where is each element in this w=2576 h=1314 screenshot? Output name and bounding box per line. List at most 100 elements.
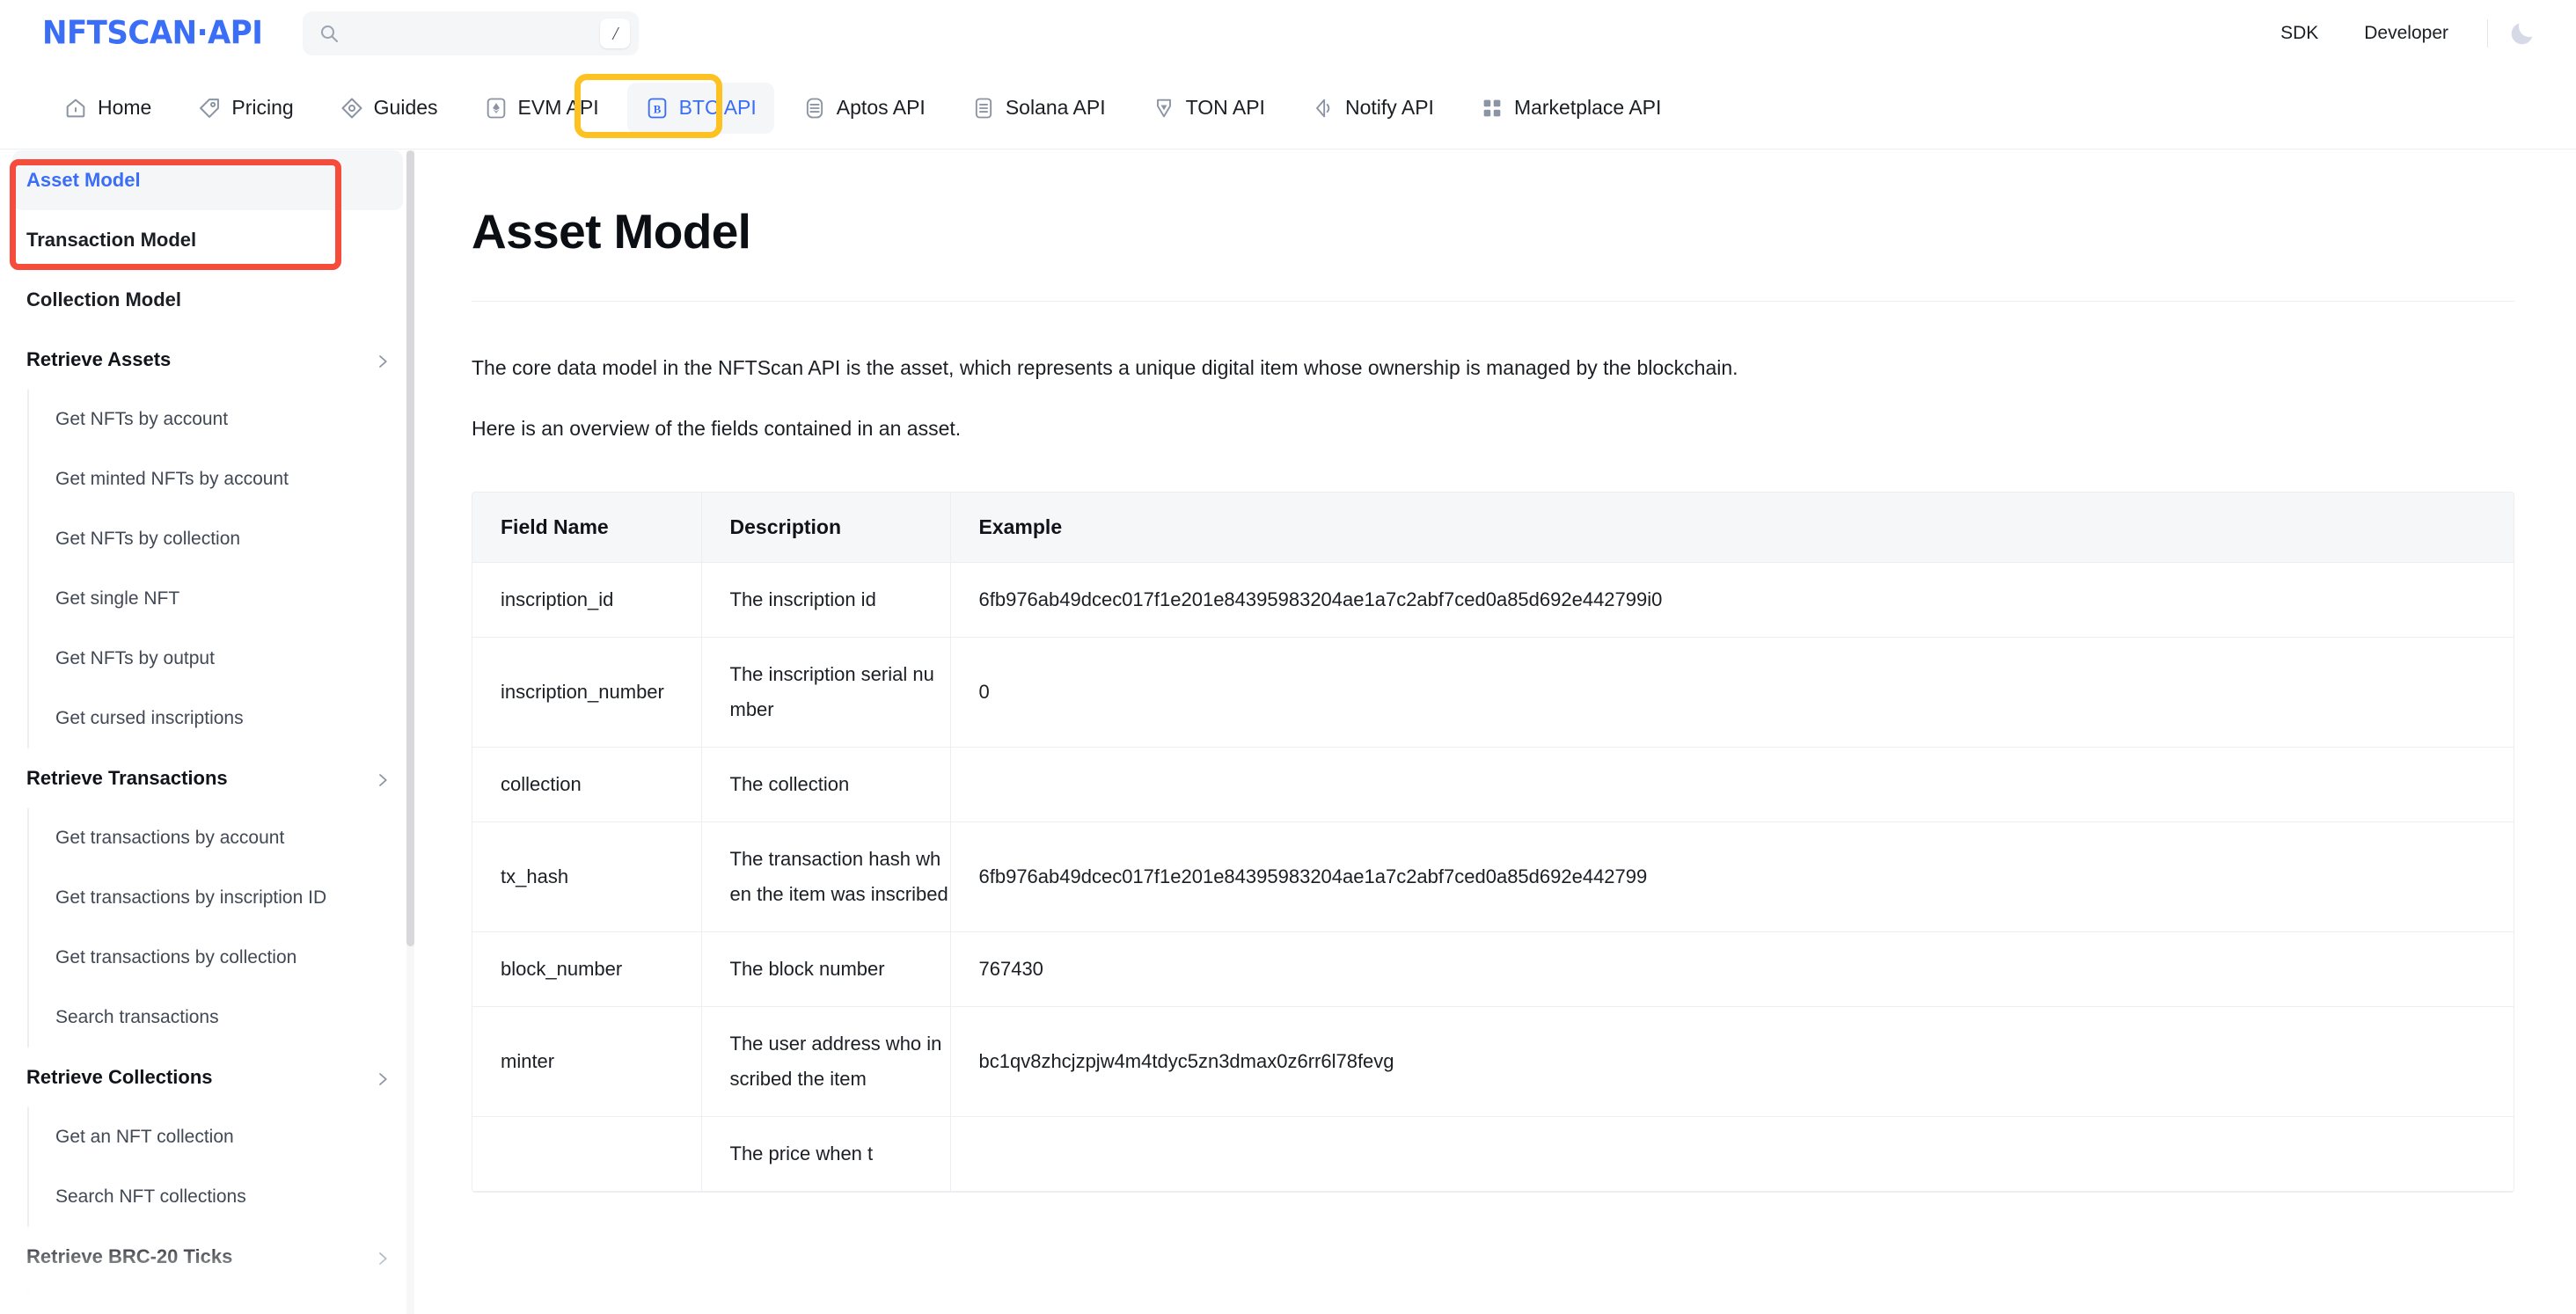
- ton-icon: [1152, 96, 1176, 120]
- sidebar-item-search-nft-collections[interactable]: Search NFT collections: [29, 1167, 421, 1227]
- header-actions: SDK Developer: [2258, 18, 2537, 48]
- sidebar-group-retrieve-collections[interactable]: Retrieve Collections: [0, 1048, 421, 1107]
- sidebar-item-get-an-nft-collection[interactable]: Get an NFT collection: [29, 1107, 421, 1167]
- sidebar-child-label: Get NFTs by account: [55, 409, 229, 429]
- cell-example: 0: [950, 637, 2514, 748]
- column-header-description: Description: [701, 493, 951, 563]
- main-bottom-fade: [421, 1259, 2576, 1314]
- cell-description: The user address who inscribed the item: [701, 1006, 951, 1117]
- tab-pricing-label: Pricing: [231, 96, 294, 119]
- tab-guides[interactable]: Guides: [322, 83, 456, 134]
- cell-description: The collection: [701, 747, 951, 822]
- tab-pricing[interactable]: Pricing: [179, 83, 311, 134]
- title-divider: [472, 301, 2514, 302]
- sdk-link[interactable]: SDK: [2258, 23, 2341, 44]
- tab-marketplace-api[interactable]: Marketplace API: [1462, 83, 1679, 134]
- tab-notify-api[interactable]: Notify API: [1293, 83, 1452, 134]
- sidebar-group-label: Retrieve Collections: [26, 1066, 213, 1088]
- asset-fields-table: Field Name Description Example inscripti…: [472, 492, 2514, 1193]
- sidebar-child-label: Get NFTs by output: [55, 648, 215, 668]
- sidebar-child-label: Get transactions by inscription ID: [55, 887, 327, 908]
- cell-field-name: [472, 1116, 702, 1192]
- cell-field-name: inscription_id: [472, 562, 702, 638]
- sidebar-item-label: Collection Model: [26, 288, 181, 310]
- column-header-example: Example: [950, 493, 2514, 563]
- sidebar-item-get-cursed-inscriptions[interactable]: Get cursed inscriptions: [29, 689, 421, 748]
- table-row: collection The collection: [472, 747, 2514, 822]
- solana-icon: [971, 96, 996, 120]
- sidebar-child-label: Get transactions by collection: [55, 947, 297, 967]
- cell-example: 767430: [950, 931, 2514, 1007]
- tab-notify-api-label: Notify API: [1344, 96, 1434, 119]
- marketplace-icon: [1480, 96, 1504, 120]
- search-input[interactable]: /: [303, 11, 640, 55]
- tab-aptos-api-label: Aptos API: [836, 96, 926, 119]
- aptos-icon: [802, 96, 827, 120]
- sidebar-item-asset-model[interactable]: Asset Model: [12, 150, 403, 210]
- top-header: NFTSCAN·API / SDK Developer: [0, 0, 2576, 67]
- tab-ton-api[interactable]: TON API: [1134, 83, 1283, 134]
- intro-paragraph-1: The core data model in the NFTScan API i…: [472, 356, 1738, 379]
- cell-field-name: inscription_number: [472, 637, 702, 748]
- tab-guides-label: Guides: [373, 96, 438, 119]
- developer-link[interactable]: Developer: [2341, 23, 2471, 44]
- sidebar-child-label: Get cursed inscriptions: [55, 708, 244, 728]
- sidebar-children-retrieve-assets: Get NFTs by account Get minted NFTs by a…: [27, 390, 421, 748]
- docs-sidebar: Asset Model Transaction Model Collection…: [0, 150, 421, 1314]
- sidebar-item-search-transactions[interactable]: Search transactions: [29, 988, 421, 1048]
- sidebar-item-get-transactions-by-inscription-id[interactable]: Get transactions by inscription ID: [29, 868, 421, 928]
- sidebar-group-retrieve-transactions[interactable]: Retrieve Transactions: [0, 748, 421, 808]
- sidebar-group-retrieve-assets[interactable]: Retrieve Assets: [0, 330, 421, 390]
- sidebar-item-label: Asset Model: [26, 169, 141, 191]
- cell-description: The inscription serial number: [701, 637, 951, 748]
- tab-solana-api-label: Solana API: [1005, 96, 1106, 119]
- sidebar-scrollbar-thumb[interactable]: [406, 150, 414, 946]
- tab-evm-api[interactable]: EVM API: [466, 83, 617, 134]
- moon-icon[interactable]: [2507, 18, 2537, 48]
- tab-evm-api-label: EVM API: [517, 96, 599, 119]
- tab-btc-api[interactable]: B BTC API: [626, 82, 774, 134]
- sidebar-child-label: Get NFTs by collection: [55, 529, 241, 549]
- sidebar-item-collection-model[interactable]: Collection Model: [0, 270, 421, 330]
- tab-ton-api-label: TON API: [1185, 96, 1265, 119]
- svg-text:B: B: [653, 103, 661, 115]
- table-header-row: Field Name Description Example: [472, 493, 2514, 563]
- main-content: Asset Model The core data model in the N…: [421, 150, 2576, 1314]
- sidebar-child-label: Get single NFT: [55, 588, 180, 609]
- sidebar-group-retrieve-brc20-ticks[interactable]: Retrieve BRC-20 Ticks: [0, 1227, 421, 1287]
- sidebar-item-placeholder[interactable]: [29, 1287, 421, 1314]
- sidebar-item-transaction-model[interactable]: Transaction Model: [0, 210, 421, 270]
- tag-icon: [197, 96, 222, 120]
- ethereum-icon: [484, 96, 509, 120]
- sidebar-item-label: Transaction Model: [26, 229, 197, 251]
- sidebar-item-get-nfts-by-collection[interactable]: Get NFTs by collection: [29, 509, 421, 569]
- sidebar-children-retrieve-transactions: Get transactions by account Get transact…: [27, 808, 421, 1048]
- cell-example: [950, 747, 2514, 822]
- chevron-right-icon: [375, 352, 391, 368]
- cell-description: The price when t: [701, 1116, 951, 1192]
- cell-description: The transaction hash when the item was i…: [701, 821, 951, 932]
- sidebar-group-label: Retrieve Assets: [26, 348, 172, 370]
- sidebar-children-retrieve-brc20-ticks: [27, 1287, 421, 1314]
- table-row: inscription_id The inscription id 6fb976…: [472, 562, 2514, 638]
- sidebar-item-get-single-nft[interactable]: Get single NFT: [29, 569, 421, 629]
- search-shortcut-badge: /: [600, 18, 631, 48]
- tab-home[interactable]: Home: [46, 83, 169, 134]
- sidebar-item-get-transactions-by-collection[interactable]: Get transactions by collection: [29, 928, 421, 988]
- cell-description: The inscription id: [701, 562, 951, 638]
- tab-aptos-api[interactable]: Aptos API: [785, 83, 943, 134]
- sidebar-item-get-transactions-by-account[interactable]: Get transactions by account: [29, 808, 421, 868]
- sidebar-item-get-nfts-by-output[interactable]: Get NFTs by output: [29, 629, 421, 689]
- home-icon: [63, 96, 88, 120]
- tab-solana-api[interactable]: Solana API: [954, 83, 1123, 134]
- sidebar-item-get-minted-nfts-by-account[interactable]: Get minted NFTs by account: [29, 449, 421, 509]
- sidebar-item-get-nfts-by-account[interactable]: Get NFTs by account: [29, 390, 421, 449]
- cell-field-name: block_number: [472, 931, 702, 1007]
- cell-field-name: collection: [472, 747, 702, 822]
- sidebar-children-retrieve-collections: Get an NFT collection Search NFT collect…: [27, 1107, 421, 1227]
- nftscan-api-logo[interactable]: NFTSCAN·API: [42, 15, 263, 52]
- cell-field-name: tx_hash: [472, 821, 702, 932]
- cell-field-name: minter: [472, 1006, 702, 1117]
- column-header-field-name: Field Name: [472, 493, 702, 563]
- sidebar-scroll-area: Asset Model Transaction Model Collection…: [0, 150, 421, 1314]
